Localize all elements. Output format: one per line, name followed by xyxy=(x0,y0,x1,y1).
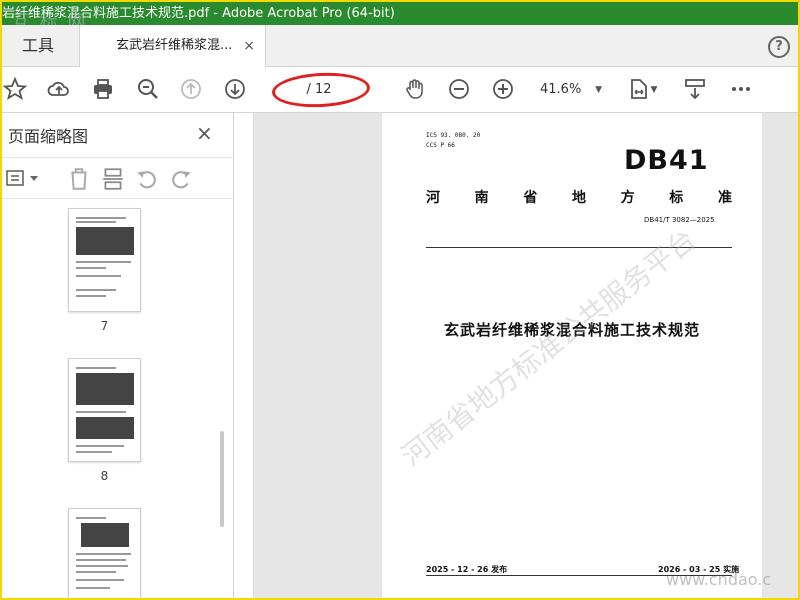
page-thumbnail-8[interactable] xyxy=(68,358,141,462)
hand-icon[interactable] xyxy=(402,77,428,103)
standard-name: 河 南 省 地 方 标 准 xyxy=(426,187,732,207)
standard-name-char: 河 xyxy=(426,190,440,206)
standard-name-char: 准 xyxy=(717,190,732,206)
help-icon[interactable]: ? xyxy=(768,36,790,58)
watermark-diagonal: 河南省地方标准公共服务平台 xyxy=(395,222,703,473)
zoom-level-value: 41.6% xyxy=(540,82,582,97)
publish-date: 2025 - 12 - 26 发布 xyxy=(426,565,508,574)
standard-name-char: 标 xyxy=(669,190,684,206)
close-panel-icon[interactable]: × xyxy=(196,121,213,145)
rotate-right-icon[interactable] xyxy=(168,166,194,192)
ccs-code: CCS P 66 xyxy=(426,142,455,149)
standard-name-char: 省 xyxy=(523,190,538,206)
document-title: 玄武岩纤维稀浆混合料施工技术规范 xyxy=(443,321,700,339)
viewer-gutter xyxy=(236,113,254,598)
header-rule xyxy=(426,247,732,248)
document-viewer: ICS 93. 080. 20 CCS P 66 DB41 河 南 省 地 方 … xyxy=(236,113,798,598)
panel-title: 页面缩略图 xyxy=(8,127,89,146)
standard-name-char: 南 xyxy=(474,190,489,206)
window-title: 岩纤维稀浆混合料施工技术规范.pdf - Adobe Acrobat Pro (… xyxy=(2,6,395,21)
tab-tools[interactable]: 工具 xyxy=(2,25,80,67)
zoom-in-icon[interactable] xyxy=(490,77,516,103)
tab-document-label: 玄武岩纤维稀浆混... xyxy=(116,38,233,53)
tab-document[interactable]: 玄武岩纤维稀浆混... × xyxy=(80,25,266,67)
thumbnail-panel: 页面缩略图 × 7 8 xyxy=(2,113,234,598)
page-thumbnail-7[interactable] xyxy=(68,208,141,312)
page-down-icon[interactable] xyxy=(222,77,248,103)
document-page: ICS 93. 080. 20 CCS P 66 DB41 河 南 省 地 方 … xyxy=(382,113,762,598)
star-icon[interactable] xyxy=(2,76,28,103)
trash-icon[interactable] xyxy=(66,166,92,192)
rotate-left-icon[interactable] xyxy=(134,166,160,192)
footer-rule xyxy=(426,575,732,576)
scroll-mode-icon[interactable] xyxy=(682,77,708,103)
chevron-down-icon: ▼ xyxy=(595,85,602,95)
cloud-upload-icon[interactable] xyxy=(46,77,72,103)
page-up-icon[interactable] xyxy=(178,77,204,103)
insert-page-icon[interactable] xyxy=(100,166,126,192)
zoom-level-select[interactable]: 41.6% ▼ xyxy=(532,79,606,101)
db-code: DB41 xyxy=(624,145,709,176)
tab-bar: 工具 玄武岩纤维稀浆混... × ? xyxy=(2,25,798,67)
zoom-search-icon[interactable] xyxy=(135,77,161,103)
app-window: 岩纤维稀浆混合料施工技术规范.pdf - Adobe Acrobat Pro (… xyxy=(2,2,798,598)
fit-options-chevron-icon[interactable]: ▼ xyxy=(648,77,660,103)
ics-code: ICS 93. 080. 20 xyxy=(426,132,481,139)
page-thumbnail-9[interactable] xyxy=(68,508,141,598)
standard-name-char: 地 xyxy=(571,190,586,206)
thumbnail-options-icon[interactable] xyxy=(6,166,42,192)
toolbar: / 12 41.6% ▼ ▼ xyxy=(2,67,798,165)
panel-toolbar xyxy=(2,157,234,199)
title-bar: 岩纤维稀浆混合料施工技术规范.pdf - Adobe Acrobat Pro (… xyxy=(2,2,798,25)
zoom-out-icon[interactable] xyxy=(446,77,472,103)
standard-name-char: 方 xyxy=(620,190,635,206)
implement-date: 2026 - 03 - 25 实施 xyxy=(658,565,740,574)
more-icon[interactable] xyxy=(728,77,754,103)
viewer-scroll-area[interactable] xyxy=(768,113,798,598)
thumbnail-label: 7 xyxy=(100,319,109,333)
thumbnail-label: 8 xyxy=(100,469,109,483)
standard-number: DB41/T 3082—2025 xyxy=(644,216,715,224)
close-tab-icon[interactable]: × xyxy=(243,25,255,67)
panel-scrollbar[interactable] xyxy=(220,431,224,527)
print-icon[interactable] xyxy=(90,77,116,103)
